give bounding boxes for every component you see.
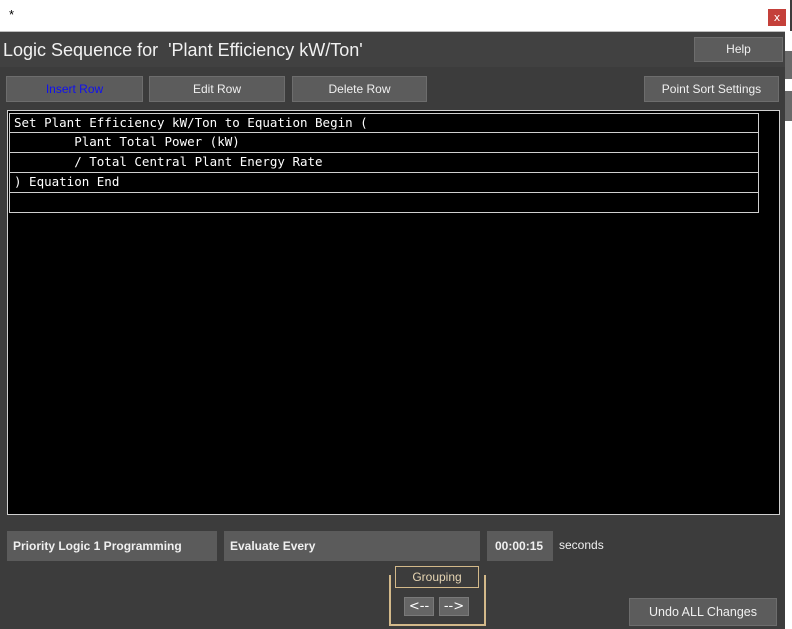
sequence-row[interactable]: ) Equation End (9, 173, 759, 193)
grouping-previous-button[interactable]: <-- (404, 597, 434, 616)
grouping-label: Grouping (395, 566, 479, 588)
arrow-right-icon: --> (443, 599, 465, 614)
point-sort-settings-label: Point Sort Settings (661, 82, 762, 96)
edge-scroll-segment (785, 91, 792, 121)
sequence-row[interactable]: Set Plant Efficiency kW/Ton to Equation … (9, 113, 759, 133)
close-icon: x (773, 11, 781, 24)
sequence-row-empty[interactable] (9, 193, 759, 213)
undo-all-changes-label: Undo ALL Changes (649, 605, 757, 619)
window-right-edge (785, 31, 792, 629)
insert-row-button[interactable]: Insert Row (6, 76, 143, 102)
logic-sequence-grid[interactable]: Set Plant Efficiency kW/Ton to Equation … (7, 110, 780, 515)
window-titlebar: * x (0, 0, 790, 32)
evaluate-every-field: Evaluate Every (224, 531, 480, 561)
interval-unit-label: seconds (559, 538, 604, 552)
close-button[interactable]: x (768, 9, 786, 26)
sequence-row[interactable]: Plant Total Power (kW) (9, 133, 759, 153)
priority-logic-field: Priority Logic 1 Programming (7, 531, 217, 561)
arrow-left-icon: <-- (408, 599, 430, 614)
insert-row-label: Insert Row (45, 82, 104, 96)
page-title: Logic Sequence for 'Plant Efficiency kW/… (3, 40, 363, 60)
help-button-label: Help (726, 42, 751, 56)
help-button[interactable]: Help (694, 37, 783, 62)
sequence-row[interactable]: / Total Central Plant Energy Rate (9, 153, 759, 173)
undo-all-changes-button[interactable]: Undo ALL Changes (629, 598, 777, 626)
header-bar: Logic Sequence for 'Plant Efficiency kW/… (0, 32, 785, 67)
interval-value-field[interactable]: 00:00:15 (487, 531, 553, 561)
point-sort-settings-button[interactable]: Point Sort Settings (644, 76, 779, 102)
delete-row-label: Delete Row (328, 82, 391, 96)
window-title: * (9, 7, 15, 22)
edit-row-button[interactable]: Edit Row (149, 76, 285, 102)
grouping-next-button[interactable]: --> (439, 597, 469, 616)
edge-scroll-segment (785, 51, 792, 79)
delete-row-button[interactable]: Delete Row (292, 76, 427, 102)
edit-row-label: Edit Row (192, 82, 242, 96)
